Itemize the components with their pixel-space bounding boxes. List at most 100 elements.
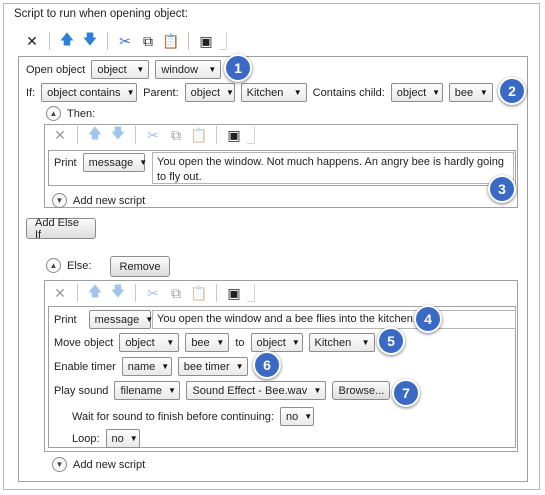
add-new-script-link[interactable]: Add new script: [73, 195, 145, 207]
if-label: If:: [26, 86, 36, 99]
toolbar-separator: [216, 284, 217, 302]
parent-value-dropdown[interactable]: Kitchen ▼: [240, 83, 307, 102]
paste-icon[interactable]: 📋: [189, 283, 209, 303]
chevron-down-icon: ▼: [136, 65, 145, 74]
move-type-dropdown[interactable]: object ▼: [119, 333, 180, 352]
dropdown-value: object contains: [47, 86, 121, 99]
chevron-down-icon: ▼: [208, 65, 217, 74]
paste-icon[interactable]: 📋: [189, 125, 209, 145]
if-condition-dropdown[interactable]: object contains ▼: [41, 83, 138, 102]
move-down-icon[interactable]: 🡇: [80, 31, 100, 51]
chevron-down-icon: ▼: [432, 88, 441, 97]
enable-timer-row: Enable timer name ▼ bee timer ▼: [54, 357, 248, 376]
paste-icon[interactable]: 📋: [161, 31, 181, 51]
move-up-icon[interactable]: 🡅: [57, 31, 77, 51]
then-add-script-row[interactable]: ▼ Add new script: [52, 193, 145, 208]
else-print-textbox[interactable]: You open the window and a bee flies into…: [152, 310, 516, 329]
else-add-script-row[interactable]: ▼ Add new script: [52, 457, 145, 472]
chevron-down-icon: ▼: [139, 158, 148, 167]
timer-value-dropdown[interactable]: bee timer ▼: [177, 357, 248, 376]
chevron-down-icon: ▼: [226, 88, 234, 97]
chevron-down-icon: ▼: [361, 338, 370, 347]
dropdown-value: name: [127, 360, 156, 373]
dropdown-value: object: [256, 336, 286, 349]
open-object-row: Open object object ▼ window ▼: [26, 60, 222, 79]
add-new-script-link[interactable]: Add new script: [73, 459, 145, 471]
callout-badge-6: 6: [253, 351, 281, 379]
copy-icon[interactable]: ⧉: [166, 125, 186, 145]
delete-icon[interactable]: ✕: [22, 31, 42, 51]
print-type-dropdown[interactable]: message ▼: [82, 153, 148, 172]
print-label: Print: [54, 313, 77, 326]
else-header: ▲ Else:: [46, 258, 91, 273]
toolbar-separator: [135, 284, 136, 302]
remove-else-button[interactable]: Remove: [110, 256, 170, 277]
print-type-dropdown[interactable]: message ▼: [88, 310, 153, 329]
delete-icon[interactable]: ✕: [50, 125, 70, 145]
main-toolbar: ✕ 🡅 🡇 ✂ ⧉ 📋 ▣: [22, 28, 227, 54]
toolbar-separator: [135, 126, 136, 144]
move-down-icon[interactable]: 🡇: [108, 125, 128, 145]
move-down-icon[interactable]: 🡇: [108, 283, 128, 303]
to-label: to: [235, 336, 245, 349]
collapse-then-icon[interactable]: ▲: [46, 106, 61, 121]
cut-icon[interactable]: ✂: [143, 283, 163, 303]
delete-icon[interactable]: ✕: [50, 283, 70, 303]
toolbar-grip: [219, 32, 227, 50]
add-script-icon[interactable]: ▼: [52, 457, 67, 472]
play-sound-label: Play sound: [54, 384, 109, 397]
play-sound-row: Play sound filename ▼ Sound Effect - Bee.…: [54, 381, 391, 400]
open-object-type-dropdown[interactable]: object ▼: [91, 60, 150, 79]
callout-badge-4: 4: [414, 305, 442, 333]
child-value-dropdown[interactable]: bee ▼: [448, 83, 493, 102]
wait-dropdown[interactable]: no ▼: [280, 407, 314, 426]
to-value-dropdown[interactable]: Kitchen ▼: [308, 333, 375, 352]
copy-icon[interactable]: ⧉: [166, 283, 186, 303]
callout-badge-5: 5: [377, 327, 405, 355]
to-type-dropdown[interactable]: object ▼: [250, 333, 303, 352]
copy-icon[interactable]: ⧉: [138, 31, 158, 51]
chevron-down-icon: ▼: [313, 386, 322, 395]
wait-row: Wait for sound to finish before continui…: [72, 407, 314, 426]
timer-type-dropdown[interactable]: name ▼: [121, 357, 172, 376]
chevron-down-icon: ▼: [479, 88, 488, 97]
chevron-down-icon: ▼: [293, 88, 302, 97]
parent-type-dropdown[interactable]: object ▼: [184, 83, 235, 102]
callout-badge-7: 7: [392, 379, 420, 407]
else-toolbar: ✕ 🡅 🡇 ✂ ⧉ 📋 ▣: [50, 280, 255, 306]
code-view-icon[interactable]: ▣: [224, 283, 244, 303]
browse-button[interactable]: Browse...: [332, 381, 391, 400]
move-up-icon[interactable]: 🡅: [85, 283, 105, 303]
then-print-row: Print message ▼: [54, 153, 148, 172]
move-value-dropdown[interactable]: bee ▼: [185, 333, 230, 352]
enable-timer-label: Enable timer: [54, 360, 116, 373]
open-object-value-dropdown[interactable]: window ▼: [155, 60, 222, 79]
toolbar-separator: [107, 32, 108, 50]
sound-type-dropdown[interactable]: filename ▼: [114, 381, 181, 400]
callout-badge-3: 3: [488, 175, 516, 203]
then-toolbar: ✕ 🡅 🡇 ✂ ⧉ 📋 ▣: [50, 122, 255, 148]
dropdown-value: object: [396, 86, 427, 99]
cut-icon[interactable]: ✂: [115, 31, 135, 51]
then-header: ▲ Then:: [46, 106, 95, 121]
add-else-if-button[interactable]: Add Else If: [26, 217, 96, 241]
sound-value-dropdown[interactable]: Sound Effect - Bee.wav ▼: [186, 381, 327, 400]
collapse-else-icon[interactable]: ▲: [46, 258, 61, 273]
code-view-icon[interactable]: ▣: [196, 31, 216, 51]
chevron-down-icon: ▼: [304, 412, 313, 421]
then-print-textbox[interactable]: You open the window. Not much happens. A…: [152, 152, 514, 184]
toolbar-separator: [77, 126, 78, 144]
loop-label: Loop:: [72, 432, 100, 445]
loop-dropdown[interactable]: no ▼: [105, 429, 140, 448]
chevron-down-icon: ▼: [129, 434, 138, 443]
move-up-icon[interactable]: 🡅: [85, 125, 105, 145]
dropdown-value: object: [97, 63, 127, 76]
chevron-down-icon: ▼: [235, 362, 244, 371]
child-type-dropdown[interactable]: object ▼: [390, 83, 443, 102]
toolbar-grip: [247, 126, 255, 144]
cut-icon[interactable]: ✂: [143, 125, 163, 145]
dropdown-value: no: [286, 410, 299, 423]
dropdown-value: Kitchen: [314, 336, 352, 349]
code-view-icon[interactable]: ▣: [224, 125, 244, 145]
add-script-icon[interactable]: ▼: [52, 193, 67, 208]
